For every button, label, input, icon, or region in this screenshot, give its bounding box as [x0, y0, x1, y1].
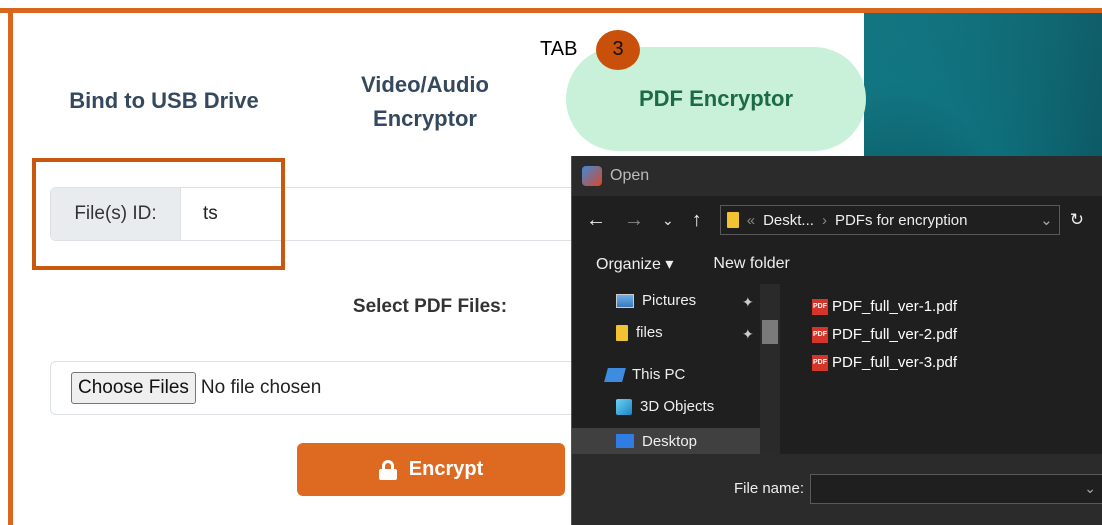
highlight-box — [32, 158, 285, 270]
nav-item-label: Desktop — [642, 432, 698, 450]
new-folder-button[interactable]: New folder — [713, 255, 789, 273]
app-icon — [582, 166, 602, 186]
pin-icon: ✦ — [742, 294, 754, 310]
back-arrow-icon[interactable]: ← — [586, 209, 606, 232]
highlight-frame-left — [8, 8, 13, 525]
chevron-down-icon[interactable]: ⌄ — [1084, 480, 1096, 497]
file-name-input[interactable]: ⌄ — [810, 474, 1102, 504]
file-name: PDF_full_ver-1.pdf — [832, 298, 958, 315]
breadcrumb-current-folder[interactable]: PDFs for encryption — [835, 212, 968, 229]
dialog-navbar: ← → ⌄ ↑ « Deskt... › PDFs for encryption… — [572, 196, 1102, 244]
forward-arrow-icon[interactable]: → — [624, 209, 644, 232]
nav-item-label: This PC — [632, 366, 686, 383]
nav-item-3d-objects[interactable]: 3D Objects — [616, 398, 714, 415]
step-number-badge: 3 — [596, 30, 640, 70]
up-arrow-icon[interactable]: ↑ — [692, 209, 702, 232]
file-name-label: File name: — [734, 480, 805, 497]
file-chooser: Choose Files No file chosen — [50, 361, 580, 415]
3d-objects-icon — [616, 398, 632, 415]
pictures-icon — [616, 293, 634, 308]
file-name: PDF_full_ver-2.pdf — [832, 326, 958, 343]
navigation-pane: Pictures ✦ files ✦ This PC 3D Objects De… — [572, 284, 782, 454]
pdf-icon: PDF — [812, 298, 828, 315]
lock-icon — [378, 459, 397, 480]
nav-item-label: files — [636, 324, 663, 341]
choose-files-button[interactable]: Choose Files — [71, 372, 196, 404]
file-list-item[interactable]: PDF PDF_full_ver-2.pdf — [812, 326, 957, 343]
nav-item-desktop[interactable]: Desktop — [572, 428, 760, 454]
refresh-icon[interactable]: ↻ — [1070, 210, 1084, 230]
nav-item-this-pc[interactable]: This PC — [604, 366, 686, 383]
address-bar[interactable]: « Deskt... › PDFs for encryption ⌄ — [719, 205, 1060, 235]
pdf-icon: PDF — [812, 326, 828, 343]
folder-icon — [616, 324, 628, 341]
address-dropdown-icon[interactable]: ⌄ — [1040, 211, 1053, 229]
tab-annotation-label: TAB — [540, 38, 578, 60]
nav-item-files[interactable]: files — [616, 324, 663, 341]
file-list-item[interactable]: PDF PDF_full_ver-3.pdf — [812, 354, 957, 371]
breadcrumb-separator: › — [821, 211, 827, 229]
nav-item-label: 3D Objects — [640, 398, 715, 415]
tab-video-audio-encryptor[interactable]: Video/Audio Encryptor — [345, 68, 505, 136]
pin-icon: ✦ — [742, 326, 754, 342]
pdf-icon: PDF — [812, 354, 828, 371]
file-status-text: No file chosen — [200, 377, 322, 398]
recent-locations-chevron-icon[interactable]: ⌄ — [662, 212, 674, 229]
dialog-title: Open — [610, 167, 650, 184]
open-file-dialog: Open ← → ⌄ ↑ « Deskt... › PDFs for encry… — [571, 156, 1102, 525]
select-pdf-files-label: Select PDF Files: — [352, 296, 508, 317]
encrypt-button[interactable]: Encrypt — [297, 443, 565, 496]
dialog-footer: File name: ⌄ — [572, 454, 1102, 525]
file-list: PDF PDF_full_ver-1.pdf PDF PDF_full_ver-… — [782, 284, 1102, 454]
nav-item-pictures[interactable]: Pictures — [616, 292, 696, 309]
nav-item-label: Pictures — [642, 292, 697, 309]
tab-label: PDF Encryptor — [638, 86, 794, 111]
tab-label: Bind to USB Drive — [69, 88, 259, 113]
desktop-icon — [616, 434, 634, 448]
file-list-item[interactable]: PDF PDF_full_ver-1.pdf — [812, 298, 957, 315]
dialog-titlebar[interactable]: Open — [572, 156, 1102, 196]
organize-button[interactable]: Organize ▾ — [596, 254, 673, 274]
computer-icon — [604, 367, 626, 382]
tab-bind-to-usb[interactable]: Bind to USB Drive — [58, 84, 270, 118]
file-name: PDF_full_ver-3.pdf — [832, 354, 958, 371]
dialog-toolbar: Organize ▾ New folder — [572, 244, 1102, 284]
tab-label: Video/Audio Encryptor — [361, 72, 489, 131]
nav-scrollbar[interactable] — [760, 284, 780, 454]
breadcrumb-overflow[interactable]: « — [747, 212, 755, 229]
dialog-body: Pictures ✦ files ✦ This PC 3D Objects De… — [572, 284, 1102, 454]
encrypt-button-label: Encrypt — [408, 458, 484, 480]
nav-scrollbar-thumb[interactable] — [762, 320, 778, 344]
folder-icon — [726, 212, 739, 228]
breadcrumb-desktop[interactable]: Deskt... — [763, 212, 814, 229]
